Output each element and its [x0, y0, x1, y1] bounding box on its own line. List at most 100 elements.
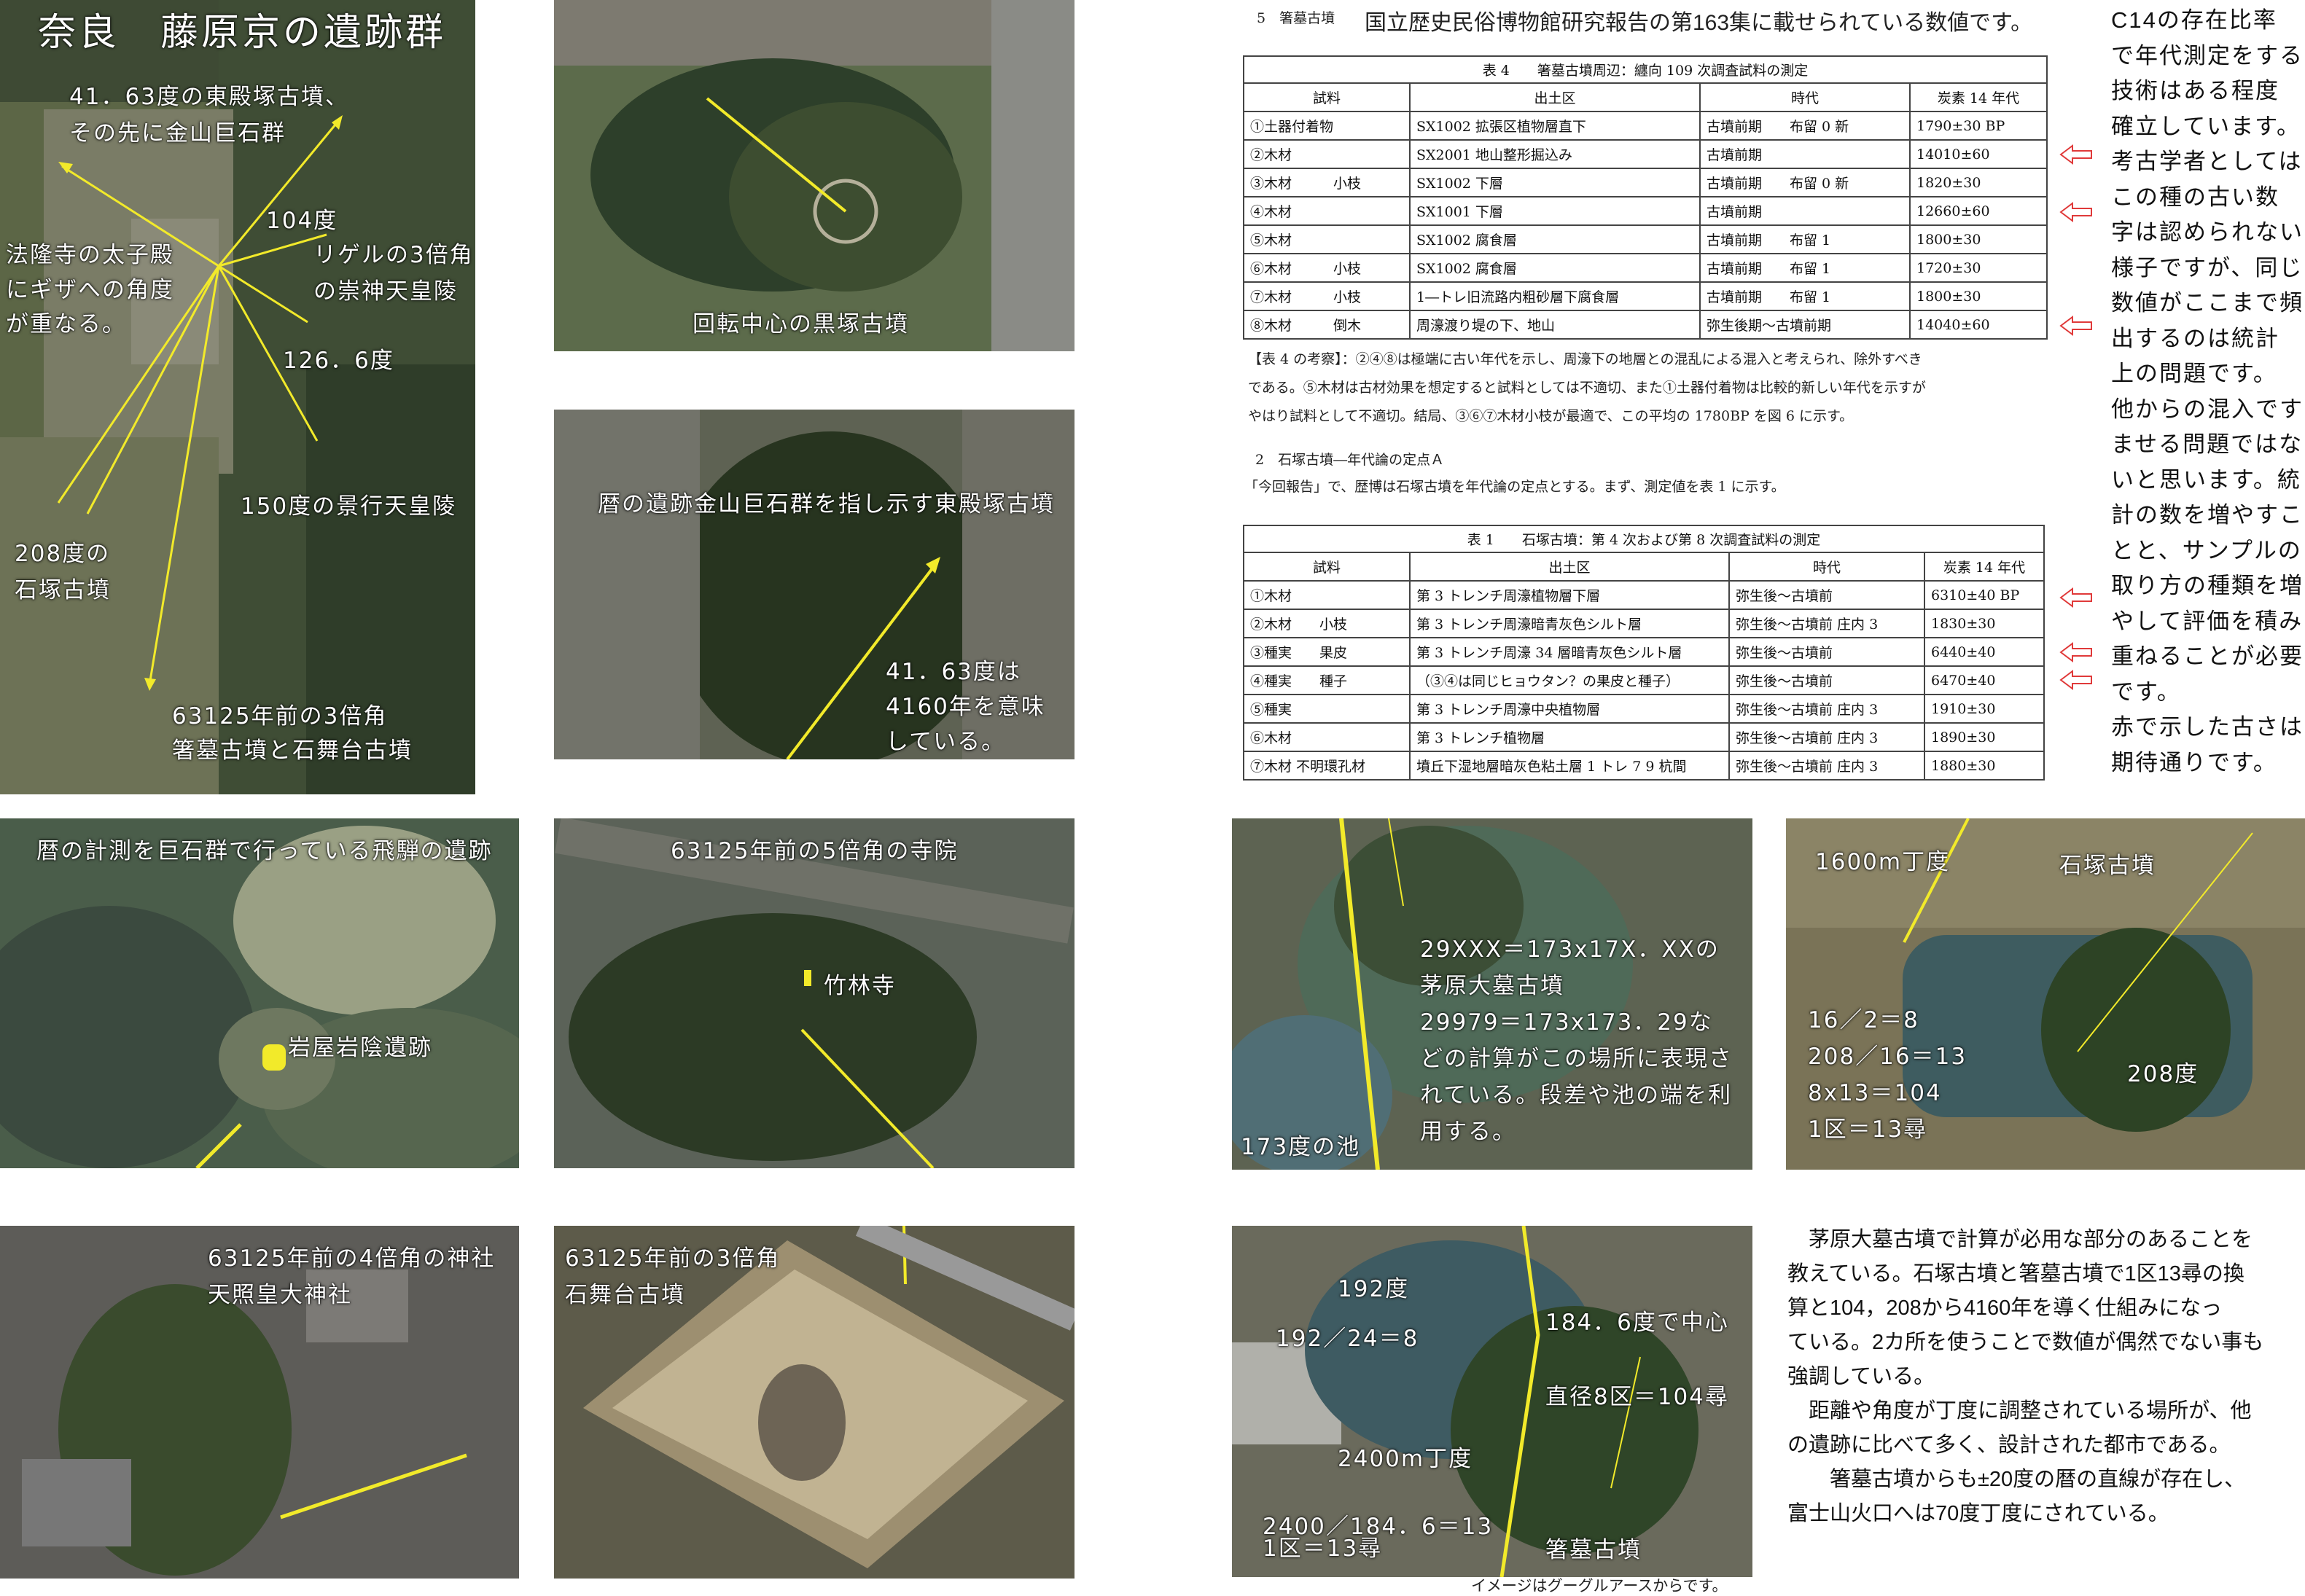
main-label-14: 箸墓古墳と石舞台古墳 — [172, 738, 413, 764]
table-cell: ①土器付着物 — [1243, 111, 1411, 141]
chihara-text-5: れている。段差や池の端を利 — [1420, 1082, 1733, 1108]
paragraph-line: 強調している。 — [1787, 1365, 1935, 1388]
main-map-panel: 奈良 藤原京の遺跡群 41．63度の東殿塚古墳、 その先に金山巨石群 104度 … — [0, 0, 475, 794]
hashihaka-panel: 192度 192／24＝8 184．6度で中心 直径8区＝104尋 2400m丁… — [1232, 1226, 1752, 1577]
chihara-text-4: どの計算がこの場所に表現さ — [1420, 1046, 1733, 1072]
table-row: ⑦木材 不明環孔材 墳丘下湿地層暗灰色粘土層 1 トレ 7 9 杭間 弥生後～古墳前… — [1243, 751, 2045, 781]
right-column-text: C14の存在比率 で年代測定をする 技術はある程度 確立しています。 考古学者と… — [2111, 3, 2305, 781]
hashihaka-label-2: 192／24＝8 — [1276, 1326, 1419, 1352]
table-4-caption: 表 4 箸墓古墳周辺：纏向 109 次調査試料の測定 — [1243, 55, 2048, 82]
ishizuka-label-4: 208／16＝13 — [1808, 1044, 1967, 1070]
paragraph-line: 箸墓古墳からも±20度の暦の直線が存在し、 — [1787, 1468, 2246, 1491]
table-row: ②木材 SX2001 地山整形掘込み 古墳前期 14010±60 — [1243, 139, 2048, 169]
paragraph-line: 茅原大墓古墳で計算が必用な部分のあることを — [1787, 1228, 2253, 1251]
right-line: 上の問題です。 — [2111, 361, 2277, 386]
main-label-10: 150度の景行天皇陵 — [241, 493, 457, 520]
table-cell: 12660±60 — [1909, 196, 2048, 226]
main-label-3: 104度 — [266, 208, 338, 234]
table-cell: 弥生後～古墳前 庄内 3 — [1728, 694, 1925, 724]
table-cell: 第 3 トレンチ周濠 34 層暗青灰色シルト層 — [1409, 637, 1730, 667]
chikurinji-title: 63125年前の5倍角の寺院 — [671, 838, 959, 864]
table-cell: 弥生後～古墳前 庄内 3 — [1728, 722, 1925, 752]
ishibutai-label-1: 63125年前の3倍角 — [565, 1245, 781, 1272]
table-4: 表 4 箸墓古墳周辺：纏向 109 次調査試料の測定 試料 出土区 時代 炭素 … — [1243, 55, 2048, 340]
table-row: ⑦木材 小枝 1―トレ旧流路内粗砂層下腐食層 古墳前期 布留 1 1800±30 — [1243, 281, 2048, 311]
table-cell: 周濠渡り堤の下、地山 — [1409, 310, 1701, 340]
red-arrow-icon — [2059, 642, 2092, 662]
higashitono-panel: 暦の遺跡金山巨石群を指し示す東殿塚古墳 41．63度は 4160年を意味 してい… — [554, 410, 1075, 759]
table-cell: （③④は同じヒョウタン？の果皮と種子） — [1409, 665, 1730, 695]
main-label-4: リゲルの3倍角 — [313, 242, 474, 268]
header-note-text: 国立歴史民俗博物館研究報告の第163集に載せられている数値です。 — [1365, 11, 2033, 35]
table-4-header: 炭素 14 年代 — [1909, 82, 2048, 112]
right-line: 重ねることが必要 — [2111, 644, 2304, 669]
right-line: 字は認められない — [2111, 219, 2304, 245]
table-cell: ②木材 — [1243, 139, 1411, 169]
table-row: ⑧木材 倒木 周濠渡り堤の下、地山 弥生後期～古墳前期 14040±60 — [1243, 310, 2048, 340]
table-cell: 古墳前期 布留 1 — [1699, 253, 1911, 283]
table-row: ④木材 SX1001 下層 古墳前期 12660±60 — [1243, 196, 2048, 226]
table-cell: SX1002 腐食層 — [1409, 224, 1701, 254]
table-4-note-3: やはり試料として不適切。結局、③⑥⑦木材小枝が最適で、この平均の 1780BP … — [1248, 408, 1854, 424]
right-line: 他からの混入です — [2111, 396, 2304, 422]
ishizuka-panel: 1600m丁度 石塚古墳 16／2＝8 208／16＝13 8x13＝104 1… — [1786, 818, 2305, 1170]
chihara-text-6: 用する。 — [1420, 1119, 1516, 1145]
right-line: 技術はある程度 — [2111, 78, 2279, 103]
table-cell: 1880±30 — [1924, 751, 2045, 781]
table-cell: ③木材 小枝 — [1243, 168, 1411, 197]
main-label-9: 126．6度 — [283, 348, 394, 374]
right-line: 確立しています。 — [2111, 113, 2301, 139]
table-cell: 1800±30 — [1909, 281, 2048, 311]
right-line: 出するのは統計 — [2111, 325, 2279, 351]
right-line: やして評価を積み — [2111, 608, 2304, 634]
table-cell: SX1001 下層 — [1409, 196, 1701, 226]
paragraph-line: 富士山火口へは70度丁度にされている。 — [1787, 1502, 2169, 1525]
table-1-caption: 表 1 石塚古墳：第 4 次および第 8 次調査試料の測定 — [1243, 525, 2045, 552]
table-cell: ③種実 果皮 — [1243, 637, 1411, 667]
right-line: 期待通りです。 — [2111, 749, 2277, 775]
table-cell: 1830±30 — [1924, 609, 2045, 638]
paragraph-line: の遺跡に比べて多く、設計された都市である。 — [1787, 1433, 2231, 1457]
table-1-header: 出土区 — [1409, 552, 1730, 582]
table-cell: ⑤種実 — [1243, 694, 1411, 724]
table-row: ①土器付着物 SX1002 拡張区植物層直下 古墳前期 布留 0 新 1790±30 … — [1243, 111, 2048, 141]
header-note-number: 5 箸墓古墳 — [1257, 10, 1335, 26]
table-cell: 1890±30 — [1924, 722, 2045, 752]
kurozuka-panel: 回転中心の黒塚古墳 — [554, 0, 1075, 351]
chikurinji-label: 竹林寺 — [824, 973, 896, 999]
iwaya-label: 岩屋岩陰遺跡 — [288, 1035, 432, 1061]
table-cell: 6440±40 — [1924, 637, 2045, 667]
table-row: ②木材 小枝第 3 トレンチ周濠暗青灰色シルト層 弥生後～古墳前 庄内 3 1830… — [1243, 609, 2045, 638]
ishizuka-label-2: 石塚古墳 — [2059, 853, 2156, 879]
right-line: とと、サンプルの — [2111, 537, 2302, 563]
main-label-11: 208度の — [15, 541, 111, 567]
table-1-header: 試料 — [1243, 552, 1411, 582]
main-label-12: 石塚古墳 — [15, 577, 111, 603]
table-4-note-1: 【表 4 の考察】：②④⑧は極端に古い年代を示し、周濠下の地層との混乱による混入… — [1248, 351, 1922, 367]
table-cell: ②木材 小枝 — [1243, 609, 1411, 638]
table-row: ⑤木材 SX1002 腐食層 古墳前期 布留 1 1800±30 — [1243, 224, 2048, 254]
right-line: 取り方の種類を増 — [2111, 573, 2304, 598]
table-cell: 14010±60 — [1909, 139, 2048, 169]
right-line: C14の存在比率 — [2111, 7, 2277, 33]
table-cell: 1―トレ旧流路内粗砂層下腐食層 — [1409, 281, 1701, 311]
table-row: ⑥木材 小枝 SX1002 腐食層 古墳前期 布留 1 1720±30 — [1243, 253, 2048, 283]
right-line: いと思います。統 — [2111, 466, 2301, 493]
table-cell: ①木材 — [1243, 580, 1411, 610]
table-cell: ⑦木材 小枝 — [1243, 281, 1411, 311]
right-line: この種の古い数 — [2111, 184, 2279, 210]
jinja-label-2: 天照皇大神社 — [208, 1282, 352, 1308]
red-arrow-icon — [2059, 670, 2092, 690]
right-line: ませる問題ではな — [2111, 431, 2304, 457]
kurozuka-label: 回転中心の黒塚古墳 — [693, 311, 909, 337]
iwaya-panel: 暦の計測を巨石群で行っている飛騨の遺跡 岩屋岩陰遺跡 — [0, 818, 519, 1168]
table-cell: ⑧木材 倒木 — [1243, 310, 1411, 340]
main-label-6: 法隆寺の太子殿 — [6, 242, 174, 268]
ishizuka-label-1: 1600m丁度 — [1815, 849, 1951, 875]
table-cell: 6310±40 BP — [1924, 580, 2045, 610]
table-cell: 古墳前期 布留 0 新 — [1699, 168, 1911, 197]
main-label-8: が重なる。 — [6, 311, 126, 337]
table-cell: SX1002 拡張区植物層直下 — [1409, 111, 1701, 141]
table-cell: ⑤木材 — [1243, 224, 1411, 254]
table-cell: 弥生後～古墳前 — [1728, 580, 1925, 610]
